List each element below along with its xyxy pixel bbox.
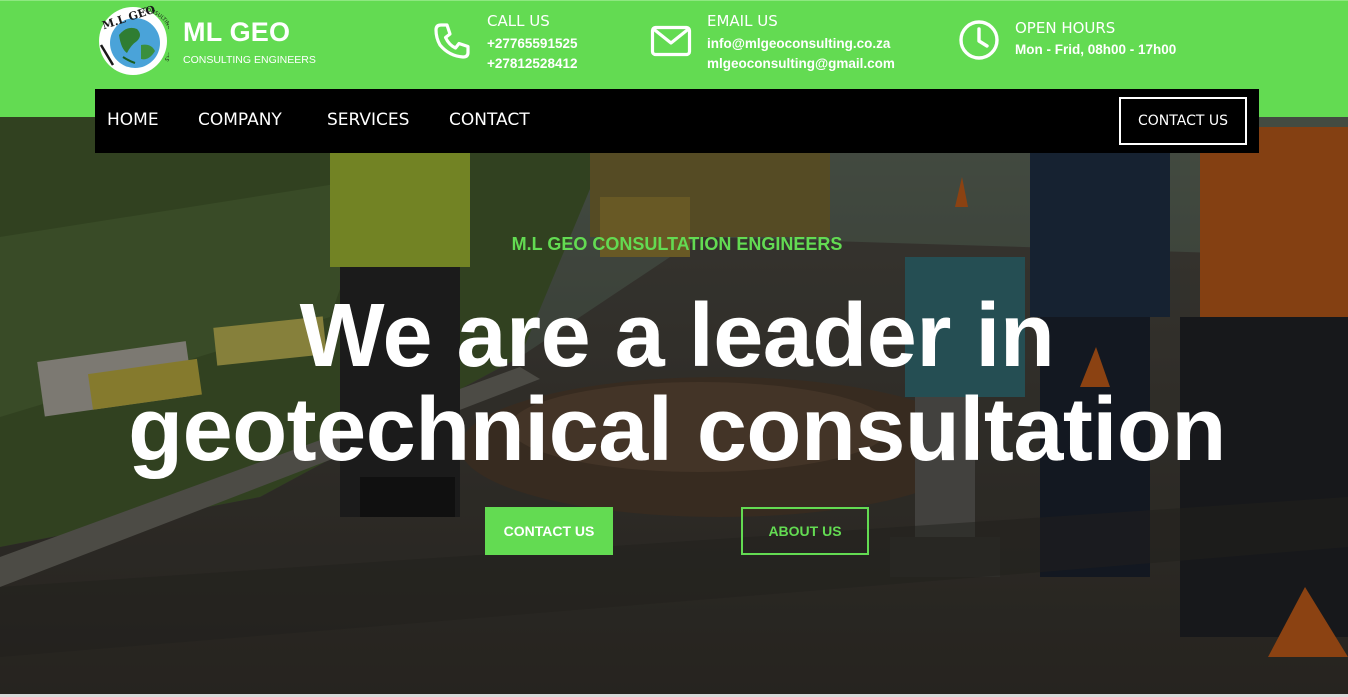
brand-subtitle: CONSULTING ENGINEERS [183, 54, 316, 66]
nav-item-home[interactable]: HOME [107, 110, 159, 130]
open-hours-title: OPEN HOURS [1015, 19, 1116, 37]
hero-contact-us-button[interactable]: CONTACT US [485, 507, 613, 555]
company-logo[interactable]: M.L GEO CONSULTING ENGINEERS [97, 5, 169, 77]
envelope-icon [650, 25, 692, 57]
email-us-title: EMAIL US [707, 12, 778, 30]
call-us-title: CALL US [487, 12, 550, 30]
hero-headline-line-1: We are a leader in [299, 286, 1055, 386]
hero-eyebrow: M.L GEO CONSULTATION ENGINEERS [511, 234, 843, 254]
hero-headline-line-2: geotechnical consultation [128, 380, 1226, 480]
email-address-1[interactable]: info@mlgeoconsulting.co.za [707, 36, 890, 51]
nav-item-services[interactable]: SERVICES [327, 110, 409, 130]
hero-about-us-button[interactable]: ABOUT US [741, 507, 869, 555]
main-navigation: HOME COMPANY SERVICES CONTACT CONTACT US [95, 89, 1259, 153]
phone-number-1[interactable]: +27765591525 [487, 36, 577, 51]
phone-number-2[interactable]: +27812528412 [487, 56, 577, 71]
brand-title[interactable]: ML GEO [183, 17, 290, 48]
open-hours-value: Mon - Frid, 08h00 - 17h00 [1015, 42, 1177, 57]
nav-item-company[interactable]: COMPANY [198, 110, 282, 130]
clock-icon [959, 20, 999, 60]
phone-icon [434, 23, 470, 59]
email-address-2[interactable]: mlgeoconsulting@gmail.com [707, 56, 895, 71]
nav-contact-us-button[interactable]: CONTACT US [1119, 97, 1247, 145]
nav-item-contact[interactable]: CONTACT [449, 110, 530, 130]
